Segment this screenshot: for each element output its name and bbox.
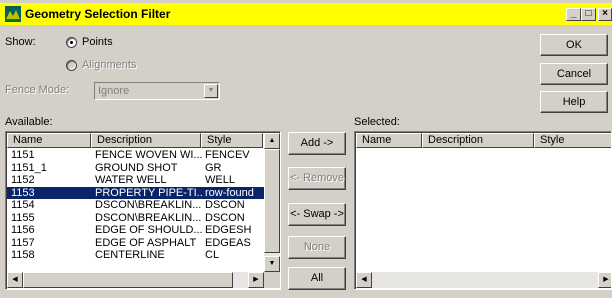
- available-col-name[interactable]: Name: [7, 133, 91, 148]
- scrollbar-corner: [264, 272, 280, 288]
- row-name: 1153: [11, 186, 35, 199]
- scroll-right-icon[interactable]: ▶: [598, 272, 611, 288]
- app-icon: [5, 6, 21, 22]
- table-row[interactable]: 1152 WATER WELL WELL: [7, 174, 264, 186]
- selected-horizontal-scrollbar[interactable]: ◀ ▶: [356, 272, 611, 288]
- row-style: EDGEAS: [205, 236, 251, 249]
- row-style: DSCON: [205, 211, 245, 224]
- selected-col-description[interactable]: Description: [422, 133, 534, 148]
- fence-mode-value: Ignore: [98, 85, 130, 97]
- row-description: WATER WELL: [95, 174, 167, 186]
- row-style: WELL: [205, 174, 235, 186]
- none-button[interactable]: None: [288, 236, 346, 259]
- row-style: CL: [205, 249, 220, 261]
- vertical-scroll-thumb[interactable]: [264, 149, 280, 253]
- geometry-selection-filter-dialog: Geometry Selection Filter _ □ × Show: Po…: [0, 0, 612, 298]
- points-label[interactable]: Points: [82, 36, 113, 48]
- row-description: CENTERLINE: [95, 249, 165, 261]
- table-row[interactable]: 1157 EDGE OF ASPHALT EDGEAS: [7, 237, 264, 249]
- help-button[interactable]: Help: [540, 91, 608, 113]
- available-col-style[interactable]: Style: [201, 133, 263, 148]
- points-radio[interactable]: [66, 37, 77, 48]
- add-button[interactable]: Add ->: [288, 132, 346, 155]
- available-label: Available:: [5, 116, 53, 128]
- scroll-left-icon[interactable]: ◀: [356, 272, 372, 288]
- horizontal-scroll-thumb[interactable]: [23, 272, 233, 288]
- row-style: DSCON: [205, 199, 245, 211]
- table-row[interactable]: 1158 CENTERLINE CL: [7, 249, 264, 261]
- row-style: row-found: [205, 186, 254, 199]
- cancel-button[interactable]: Cancel: [540, 63, 608, 85]
- table-row[interactable]: 1151 FENCE WOVEN WI... FENCEV: [7, 149, 264, 161]
- table-row[interactable]: 1153 PROPERTY PIPE-TI... row-found: [7, 186, 264, 199]
- window-title: Geometry Selection Filter: [25, 7, 171, 21]
- row-style: GR: [205, 161, 222, 174]
- maximize-button[interactable]: □: [581, 8, 596, 21]
- remove-button[interactable]: <- Remove: [288, 167, 346, 190]
- available-col-description[interactable]: Description: [91, 133, 201, 148]
- alignments-radio[interactable]: [66, 60, 77, 71]
- row-style: EDGESH: [205, 224, 252, 236]
- minimize-button[interactable]: _: [566, 8, 581, 21]
- row-name: 1151: [11, 149, 35, 161]
- row-description: GROUND SHOT: [95, 161, 178, 174]
- swap-button[interactable]: <- Swap ->: [288, 203, 346, 226]
- selected-list[interactable]: Name Description Style ◀ ▶: [354, 131, 612, 290]
- ok-button[interactable]: OK: [540, 34, 608, 56]
- close-button[interactable]: ×: [598, 8, 612, 21]
- row-description: DSCON\BREAKLIN...: [95, 199, 202, 211]
- table-row[interactable]: 1154 DSCON\BREAKLIN... DSCON: [7, 199, 264, 211]
- fence-mode-label: Fence Mode:: [5, 84, 70, 96]
- row-name: 1157: [11, 236, 35, 249]
- selected-label: Selected:: [354, 116, 400, 128]
- row-name: 1151_1: [11, 161, 47, 174]
- row-name: 1156: [11, 224, 35, 236]
- row-name: 1158: [11, 249, 35, 261]
- scroll-up-icon[interactable]: ▲: [264, 133, 280, 149]
- table-row[interactable]: 1151_1 GROUND SHOT GR: [7, 162, 264, 174]
- row-name: 1152: [11, 174, 35, 186]
- table-row[interactable]: 1155 DSCON\BREAKLIN... DSCON: [7, 212, 264, 224]
- row-style: FENCEV: [205, 149, 250, 161]
- row-description: PROPERTY PIPE-TI...: [95, 186, 203, 199]
- chevron-down-icon[interactable]: ▼: [204, 84, 218, 98]
- all-button[interactable]: All: [288, 267, 346, 290]
- row-description: EDGE OF SHOULD...: [95, 224, 203, 236]
- row-description: FENCE WOVEN WI...: [95, 149, 203, 161]
- scroll-left-icon[interactable]: ◀: [7, 272, 23, 288]
- row-name: 1154: [11, 199, 35, 211]
- available-vertical-scrollbar[interactable]: ▲ ▼: [264, 133, 280, 272]
- title-bar[interactable]: Geometry Selection Filter _ □ ×: [0, 3, 612, 25]
- available-horizontal-scrollbar[interactable]: ◀ ▶: [7, 272, 264, 288]
- alignments-label[interactable]: Alignments: [82, 59, 136, 71]
- scroll-right-icon[interactable]: ▶: [248, 272, 264, 288]
- scroll-down-icon[interactable]: ▼: [264, 256, 280, 272]
- row-description: EDGE OF ASPHALT: [95, 236, 197, 249]
- selected-col-name[interactable]: Name: [356, 133, 422, 148]
- table-row[interactable]: 1156 EDGE OF SHOULD... EDGESH: [7, 224, 264, 236]
- fence-mode-select[interactable]: Ignore ▼: [94, 82, 220, 100]
- show-label: Show:: [5, 36, 36, 48]
- row-description: DSCON\BREAKLIN...: [95, 211, 202, 224]
- row-name: 1155: [11, 211, 35, 224]
- selected-col-style[interactable]: Style: [534, 133, 611, 148]
- available-list[interactable]: Name Description Style 1151 FENCE WOVEN W…: [5, 131, 281, 290]
